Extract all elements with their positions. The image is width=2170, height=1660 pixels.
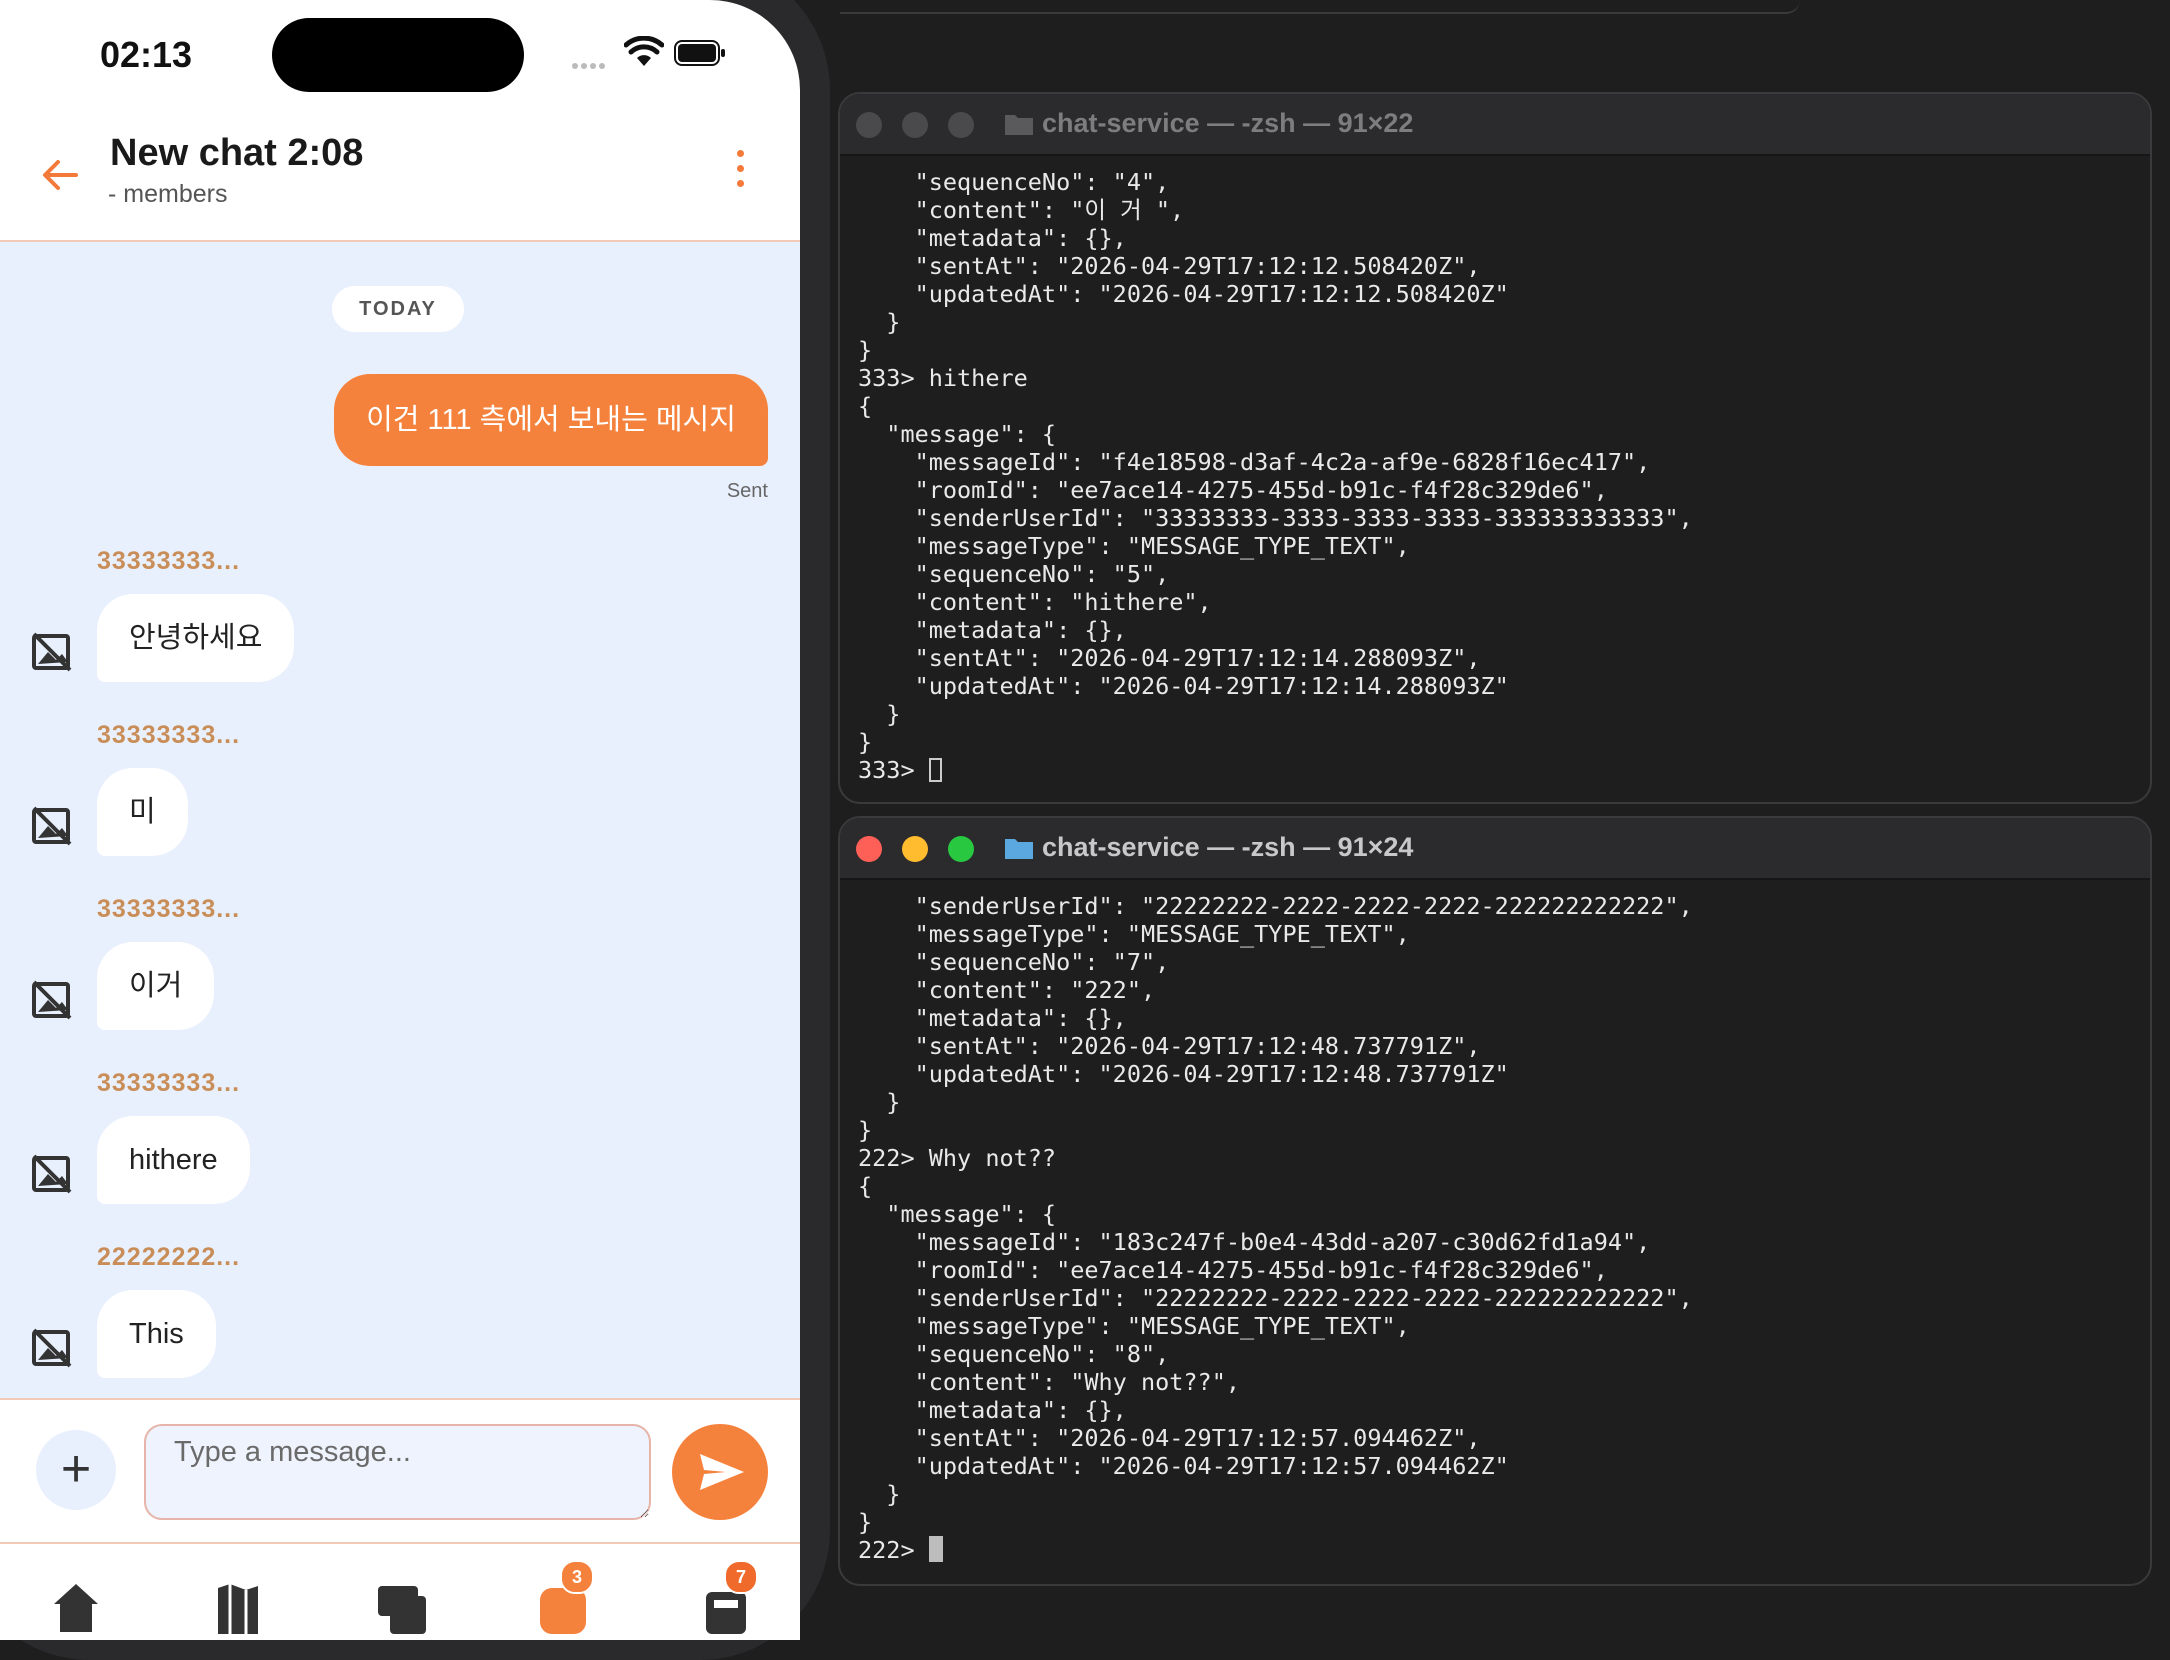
terminal-window-inactive[interactable]: chat-service — -zsh — 91×22 "sequenceNo"… (838, 92, 2152, 804)
close-button[interactable] (856, 836, 882, 862)
bottom-navigation: 3 7 (0, 1542, 800, 1640)
image-unavailable-icon (32, 1328, 72, 1368)
more-options-icon[interactable] (730, 150, 750, 200)
battery-icon (674, 40, 725, 66)
message-list[interactable]: TODAY 이건 111 측에서 보내는 메시지 Sent 33333333..… (0, 242, 800, 1398)
message-sender: 33333333... (97, 721, 241, 749)
chat-members-subtitle: - members (108, 180, 228, 208)
minimize-button[interactable] (902, 836, 928, 862)
message-sender: 33333333... (97, 895, 241, 923)
incoming-message-bubble[interactable]: 이거 (97, 942, 215, 1030)
cellular-signal-icon (572, 56, 612, 69)
image-unavailable-icon (32, 980, 72, 1020)
zoom-button[interactable] (948, 112, 974, 138)
dynamic-island (272, 18, 524, 92)
chat-list-icon[interactable] (372, 1574, 432, 1634)
status-time: 02:13 (100, 34, 193, 75)
message-status: Sent (726, 480, 768, 502)
incoming-message-bubble[interactable]: This (97, 1290, 216, 1378)
nav-store[interactable]: 7 (698, 1560, 758, 1634)
store-badge: 7 (724, 1560, 758, 1594)
back-arrow-icon[interactable] (36, 150, 86, 200)
day-separator: TODAY (332, 286, 464, 332)
outgoing-message-bubble[interactable]: 이건 111 측에서 보내는 메시지 (334, 374, 768, 466)
message-sender: 33333333... (97, 1069, 241, 1097)
message-input[interactable] (144, 1424, 651, 1520)
chat-badge: 3 (560, 1560, 594, 1594)
minimize-button[interactable] (902, 112, 928, 138)
terminal-titlebar[interactable]: chat-service — -zsh — 91×22 (840, 94, 2150, 156)
image-unavailable-icon (32, 806, 72, 846)
chat-title: New chat 2:08 (110, 132, 364, 174)
send-icon (700, 1454, 744, 1490)
zoom-button[interactable] (948, 836, 974, 862)
phone-screen: 02:13 New chat 2:08 - members TODAY 이건 1… (0, 0, 800, 1640)
terminal-titlebar[interactable]: chat-service — -zsh — 91×24 (840, 818, 2150, 880)
home-icon[interactable] (46, 1574, 106, 1634)
terminal-prompt: 333> (858, 756, 929, 784)
send-button[interactable] (672, 1424, 768, 1520)
folder-icon (1005, 115, 1033, 135)
status-bar: 02:13 (0, 0, 800, 110)
wifi-icon (624, 36, 664, 66)
terminal-output-text: "senderUserId": "22222222-2222-2222-2222… (858, 892, 1693, 1536)
image-unavailable-icon (32, 632, 72, 672)
terminal-prompt: 222> (858, 1536, 929, 1564)
terminal-output-text: "sequenceNo": "4", "content": "이 거 ", "m… (858, 168, 1693, 756)
folder-icon (1005, 839, 1033, 859)
message-composer: + (0, 1398, 800, 1542)
message-sender: 22222222... (97, 1243, 241, 1271)
terminal-title: chat-service — -zsh — 91×22 (1042, 108, 1414, 138)
map-icon[interactable] (208, 1574, 268, 1634)
background-window-edge (840, 0, 1800, 14)
close-button[interactable] (856, 112, 882, 138)
terminal-cursor (928, 1536, 943, 1562)
image-unavailable-icon (32, 1154, 72, 1194)
add-attachment-button[interactable]: + (36, 1430, 116, 1510)
message-sender: 33333333... (97, 547, 241, 575)
incoming-message-bubble[interactable]: 미 (97, 768, 188, 856)
nav-chat-active[interactable]: 3 (534, 1560, 594, 1634)
incoming-message-bubble[interactable]: hithere (97, 1116, 250, 1204)
terminal-cursor (928, 758, 942, 782)
terminal-output[interactable]: "sequenceNo": "4", "content": "이 거 ", "m… (858, 168, 1693, 784)
terminal-output[interactable]: "senderUserId": "22222222-2222-2222-2222… (858, 892, 1693, 1564)
terminal-title: chat-service — -zsh — 91×24 (1042, 832, 1414, 862)
chat-header: New chat 2:08 - members (0, 110, 800, 242)
incoming-message-bubble[interactable]: 안녕하세요 (97, 594, 295, 682)
terminal-window-active[interactable]: chat-service — -zsh — 91×24 "senderUserI… (838, 816, 2152, 1586)
